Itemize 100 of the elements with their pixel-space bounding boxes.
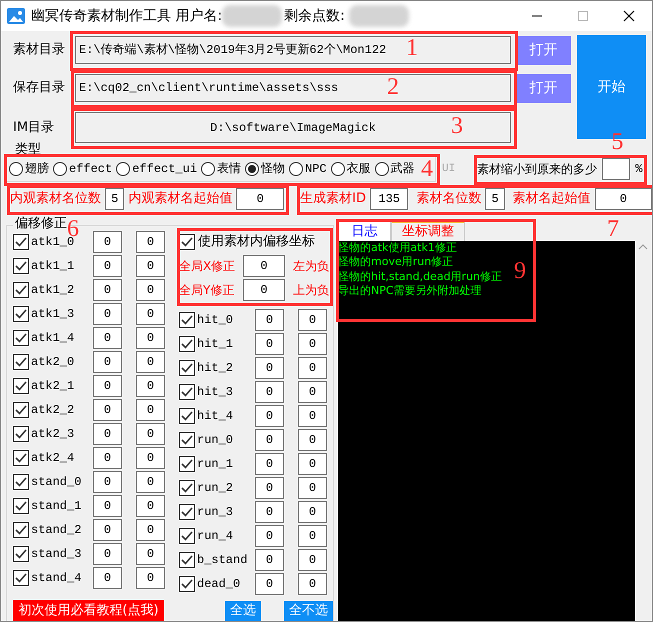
y-field[interactable]: 0 <box>136 327 165 349</box>
scale-field[interactable] <box>602 158 630 180</box>
checkbox[interactable] <box>13 354 29 370</box>
radio-button[interactable] <box>201 162 216 176</box>
x-field[interactable]: 0 <box>255 429 284 451</box>
x-field[interactable]: 0 <box>93 423 122 445</box>
y-field[interactable]: 0 <box>298 333 327 355</box>
checkbox[interactable] <box>13 402 29 418</box>
checkbox[interactable] <box>179 576 195 592</box>
radio-button[interactable] <box>289 162 304 176</box>
y-field[interactable]: 0 <box>136 399 165 421</box>
x-field[interactable]: 0 <box>93 231 122 253</box>
x-field[interactable]: 0 <box>93 255 122 277</box>
x-field[interactable]: 0 <box>255 309 284 331</box>
close-icon[interactable] <box>623 10 635 22</box>
y-field[interactable]: 0 <box>298 525 327 547</box>
checkbox[interactable] <box>179 552 195 568</box>
checkbox[interactable] <box>179 384 195 400</box>
x-field[interactable]: 0 <box>93 303 122 325</box>
checkbox[interactable] <box>13 258 29 274</box>
number-field[interactable]: 0 <box>243 255 285 277</box>
checkbox[interactable] <box>13 282 29 298</box>
checkbox[interactable] <box>13 306 29 322</box>
x-field[interactable]: 0 <box>93 327 122 349</box>
scrollbar[interactable] <box>635 241 651 621</box>
checkbox[interactable] <box>179 480 195 496</box>
x-field[interactable]: 0 <box>255 405 284 427</box>
number-field[interactable]: 0 <box>243 279 285 301</box>
x-field[interactable]: 0 <box>93 375 122 397</box>
checkbox[interactable] <box>13 450 29 466</box>
x-field[interactable]: 0 <box>93 495 122 517</box>
y-field[interactable]: 0 <box>136 543 165 565</box>
checkbox[interactable] <box>179 456 195 472</box>
checkbox[interactable] <box>179 234 195 250</box>
y-field[interactable]: 0 <box>298 501 327 523</box>
y-field[interactable]: 0 <box>136 351 165 373</box>
y-field[interactable]: 0 <box>136 471 165 493</box>
checkbox[interactable] <box>13 330 29 346</box>
x-field[interactable]: 0 <box>255 333 284 355</box>
x-field[interactable]: 0 <box>93 279 122 301</box>
y-field[interactable]: 0 <box>298 405 327 427</box>
log-tab[interactable]: 日志 <box>338 221 391 241</box>
x-field[interactable]: 0 <box>255 573 284 595</box>
y-field[interactable]: 0 <box>136 423 165 445</box>
checkbox[interactable] <box>13 570 29 586</box>
x-field[interactable]: 0 <box>93 447 122 469</box>
number-field[interactable]: 135 <box>370 188 408 210</box>
checkbox[interactable] <box>179 336 195 352</box>
y-field[interactable]: 0 <box>136 255 165 277</box>
number-field[interactable]: 0 <box>236 188 284 210</box>
checkbox[interactable] <box>179 360 195 376</box>
x-field[interactable]: 0 <box>93 543 122 565</box>
x-field[interactable]: 0 <box>255 501 284 523</box>
y-field[interactable]: 0 <box>136 279 165 301</box>
radio-button[interactable] <box>9 162 23 176</box>
checkbox[interactable] <box>13 378 29 394</box>
number-field[interactable]: 5 <box>105 188 124 210</box>
y-field[interactable]: 0 <box>136 567 165 589</box>
checkbox[interactable] <box>13 426 29 442</box>
checkbox[interactable] <box>179 528 195 544</box>
x-field[interactable]: 0 <box>255 525 284 547</box>
radio-button[interactable] <box>53 162 67 176</box>
y-field[interactable]: 0 <box>298 381 327 403</box>
y-field[interactable]: 0 <box>136 231 165 253</box>
y-field[interactable]: 0 <box>298 429 327 451</box>
checkbox[interactable] <box>13 546 29 562</box>
checkbox[interactable] <box>179 504 195 520</box>
checkbox[interactable] <box>179 408 195 424</box>
checkbox[interactable] <box>13 522 29 538</box>
y-field[interactable]: 0 <box>136 375 165 397</box>
radio-button[interactable] <box>330 162 345 176</box>
number-field[interactable]: 0 <box>594 188 652 210</box>
radio-button[interactable] <box>245 162 260 176</box>
x-field[interactable]: 0 <box>255 357 284 379</box>
checkbox[interactable] <box>13 474 29 490</box>
x-field[interactable]: 0 <box>93 519 122 541</box>
y-field[interactable]: 0 <box>298 357 327 379</box>
tutorial-button[interactable]: 初次使用必看教程(点我) <box>13 600 164 621</box>
radio-button[interactable] <box>374 162 389 176</box>
x-field[interactable]: 0 <box>255 453 284 475</box>
x-field[interactable]: 0 <box>93 567 122 589</box>
y-field[interactable]: 0 <box>298 453 327 475</box>
checkbox[interactable] <box>13 498 29 514</box>
checkbox[interactable] <box>179 432 195 448</box>
x-field[interactable]: 0 <box>93 399 122 421</box>
y-field[interactable]: 0 <box>298 477 327 499</box>
y-field[interactable]: 0 <box>298 573 327 595</box>
x-field[interactable]: 0 <box>255 549 284 571</box>
y-field[interactable]: 0 <box>136 303 165 325</box>
radio-button[interactable] <box>116 162 130 176</box>
y-field[interactable]: 0 <box>136 495 165 517</box>
x-field[interactable]: 0 <box>255 381 284 403</box>
y-field[interactable]: 0 <box>136 447 165 469</box>
y-field[interactable]: 0 <box>298 309 327 331</box>
y-field[interactable]: 0 <box>136 519 165 541</box>
checkbox[interactable] <box>179 312 195 328</box>
x-field[interactable]: 0 <box>255 477 284 499</box>
checkbox[interactable] <box>13 234 29 250</box>
y-field[interactable]: 0 <box>298 549 327 571</box>
number-field[interactable]: 5 <box>485 188 505 210</box>
